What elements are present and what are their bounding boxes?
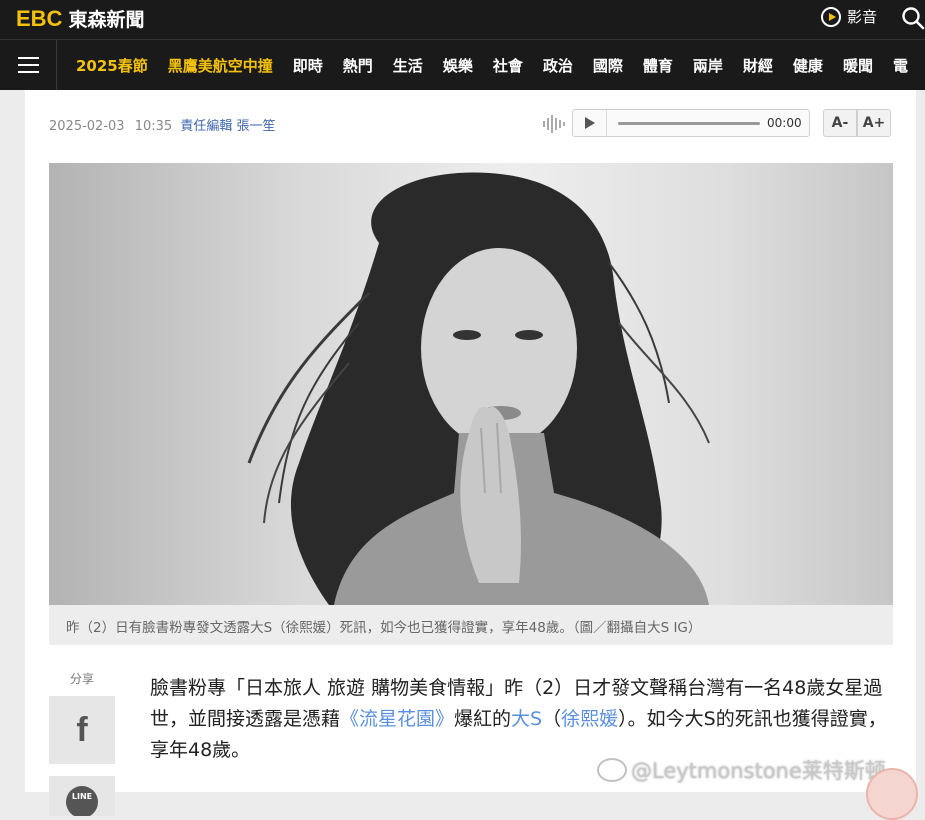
search-icon bbox=[902, 7, 925, 30]
share-panel: 分享 f LINE bbox=[49, 668, 115, 816]
facebook-icon: f bbox=[76, 710, 88, 749]
editor-link[interactable]: 責任編輯 張一笙 bbox=[180, 119, 275, 134]
weibo-icon bbox=[597, 758, 627, 782]
nav-item[interactable]: 黑鷹美航空中撞 bbox=[158, 55, 283, 76]
line-icon: LINE bbox=[66, 786, 98, 816]
article-body: 臉書粉專「日本旅人 旅遊 購物美食情報」昨（2）日才發文聲稱台灣有一名48歲女星… bbox=[150, 673, 890, 766]
audio-progress-bar[interactable] bbox=[618, 122, 760, 125]
hamburger-line bbox=[18, 71, 39, 73]
drama-link[interactable]: 《流星花園》 bbox=[340, 708, 454, 730]
ebc-logo[interactable]: EBC 東森新聞 bbox=[16, 5, 144, 32]
line-share-button[interactable]: LINE bbox=[49, 776, 115, 816]
nav-item[interactable]: 即時 bbox=[283, 55, 333, 76]
nav-item[interactable]: 暖聞 bbox=[833, 55, 883, 76]
audio-wave-icon bbox=[543, 114, 565, 134]
nav-item[interactable]: 政治 bbox=[533, 55, 583, 76]
article-photo bbox=[49, 163, 893, 605]
logo-ebc-text: EBC bbox=[16, 5, 63, 31]
audio-player: 00:00 bbox=[572, 109, 810, 137]
font-increase-button[interactable]: A+ bbox=[857, 109, 891, 137]
font-decrease-button[interactable]: A- bbox=[823, 109, 857, 137]
top-header-bar: EBC 東森新聞 影音 bbox=[0, 0, 925, 39]
nav-item[interactable]: 健康 bbox=[783, 55, 833, 76]
video-label: 影音 bbox=[847, 8, 878, 26]
article-container: 2025-02-03 10:35 責任編輯 張一笙 00:00 A- A+ 昨（… bbox=[25, 90, 916, 816]
hamburger-line bbox=[18, 64, 39, 66]
hamburger-line bbox=[18, 57, 39, 59]
body-text-part: 爆紅的 bbox=[454, 708, 512, 730]
photo-caption: 昨（2）日有臉書粉專發文透露大S（徐熙媛）死訊，如今也已獲得證實，享年48歲。（… bbox=[49, 605, 893, 645]
weibo-watermark: @Leytmonstone莱特斯顿 bbox=[597, 755, 886, 785]
name-link[interactable]: 徐熙媛 bbox=[561, 708, 618, 730]
nav-item[interactable]: 電 bbox=[883, 55, 918, 76]
hamburger-menu-button[interactable] bbox=[0, 40, 57, 90]
nav-item[interactable]: 財經 bbox=[733, 55, 783, 76]
nav-item[interactable]: 2025春節 bbox=[66, 55, 158, 76]
nav-item[interactable]: 熱門 bbox=[333, 55, 383, 76]
watermark-text: @Leytmonstone莱特斯顿 bbox=[631, 759, 886, 783]
video-link[interactable]: 影音 bbox=[821, 6, 877, 27]
main-nav-bar: 2025春節 黑鷹美航空中撞 即時 熱門 生活 娛樂 社會 政治 國際 體育 兩岸 財經 健康 暖聞電 bbox=[0, 39, 925, 90]
nav-item[interactable]: 娛樂 bbox=[433, 55, 483, 76]
publish-date: 2025-02-03 bbox=[49, 119, 125, 134]
nav-item[interactable]: 國際 bbox=[583, 55, 633, 76]
publish-time: 10:35 bbox=[134, 119, 173, 134]
big-s-link[interactable]: 大S bbox=[511, 708, 542, 730]
search-button[interactable] bbox=[901, 5, 925, 31]
play-circle-icon bbox=[821, 6, 841, 27]
nav-item[interactable]: 兩岸 bbox=[683, 55, 733, 76]
nav-item[interactable]: 社會 bbox=[483, 55, 533, 76]
article-meta: 2025-02-03 10:35 責任編輯 張一笙 bbox=[49, 115, 275, 134]
share-label: 分享 bbox=[69, 672, 94, 686]
nav-item[interactable]: 生活 bbox=[383, 55, 433, 76]
logo-name-text: 東森新聞 bbox=[68, 9, 145, 31]
corner-avatar bbox=[866, 768, 918, 820]
facebook-share-button[interactable]: f bbox=[49, 696, 115, 764]
nav-items: 2025春節 黑鷹美航空中撞 即時 熱門 生活 娛樂 社會 政治 國際 體育 兩岸 財經 健康 暖聞電 bbox=[66, 40, 918, 90]
audio-play-button[interactable] bbox=[573, 110, 607, 136]
audio-time: 00:00 bbox=[767, 116, 802, 130]
body-text-part: （ bbox=[542, 708, 562, 730]
nav-item[interactable]: 體育 bbox=[633, 55, 683, 76]
